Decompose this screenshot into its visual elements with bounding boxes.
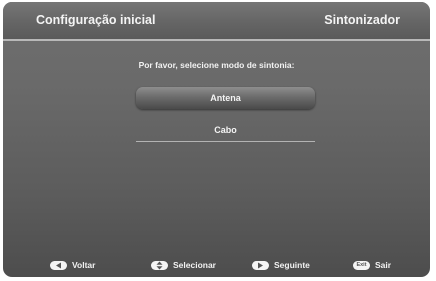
tuning-mode-prompt: Por favor, selecione modo de sintonia:: [138, 60, 295, 70]
header-bar: Configuração inicial Sintonizador: [3, 2, 430, 39]
footer-hints: Voltar Selecionar Seguinte Exit Sair: [3, 258, 430, 272]
footer-exit[interactable]: Exit Sair: [353, 258, 391, 272]
exit-key-icon: Exit: [353, 260, 370, 270]
setup-screen: Configuração inicial Sintonizador Por fa…: [3, 2, 430, 277]
footer-select-label: Selecionar: [173, 260, 216, 270]
footer-next-label: Seguinte: [274, 260, 310, 270]
left-arrow-icon: [50, 260, 67, 270]
up-down-arrow-icon: [151, 260, 168, 270]
footer-back[interactable]: Voltar: [50, 258, 95, 272]
footer-next[interactable]: Seguinte: [252, 258, 310, 272]
exit-key-text: Exit: [356, 261, 367, 268]
option-divider: [136, 141, 315, 142]
footer-back-label: Voltar: [72, 260, 96, 270]
footer-select[interactable]: Selecionar: [151, 258, 216, 272]
right-arrow-icon: [252, 260, 269, 270]
header-divider: [3, 39, 430, 41]
option-antenna[interactable]: Antena: [136, 87, 315, 109]
page-title: Configuração inicial: [36, 13, 156, 27]
footer-exit-label: Sair: [375, 260, 392, 270]
section-title: Sintonizador: [324, 13, 400, 27]
option-cable[interactable]: Cabo: [136, 119, 315, 141]
